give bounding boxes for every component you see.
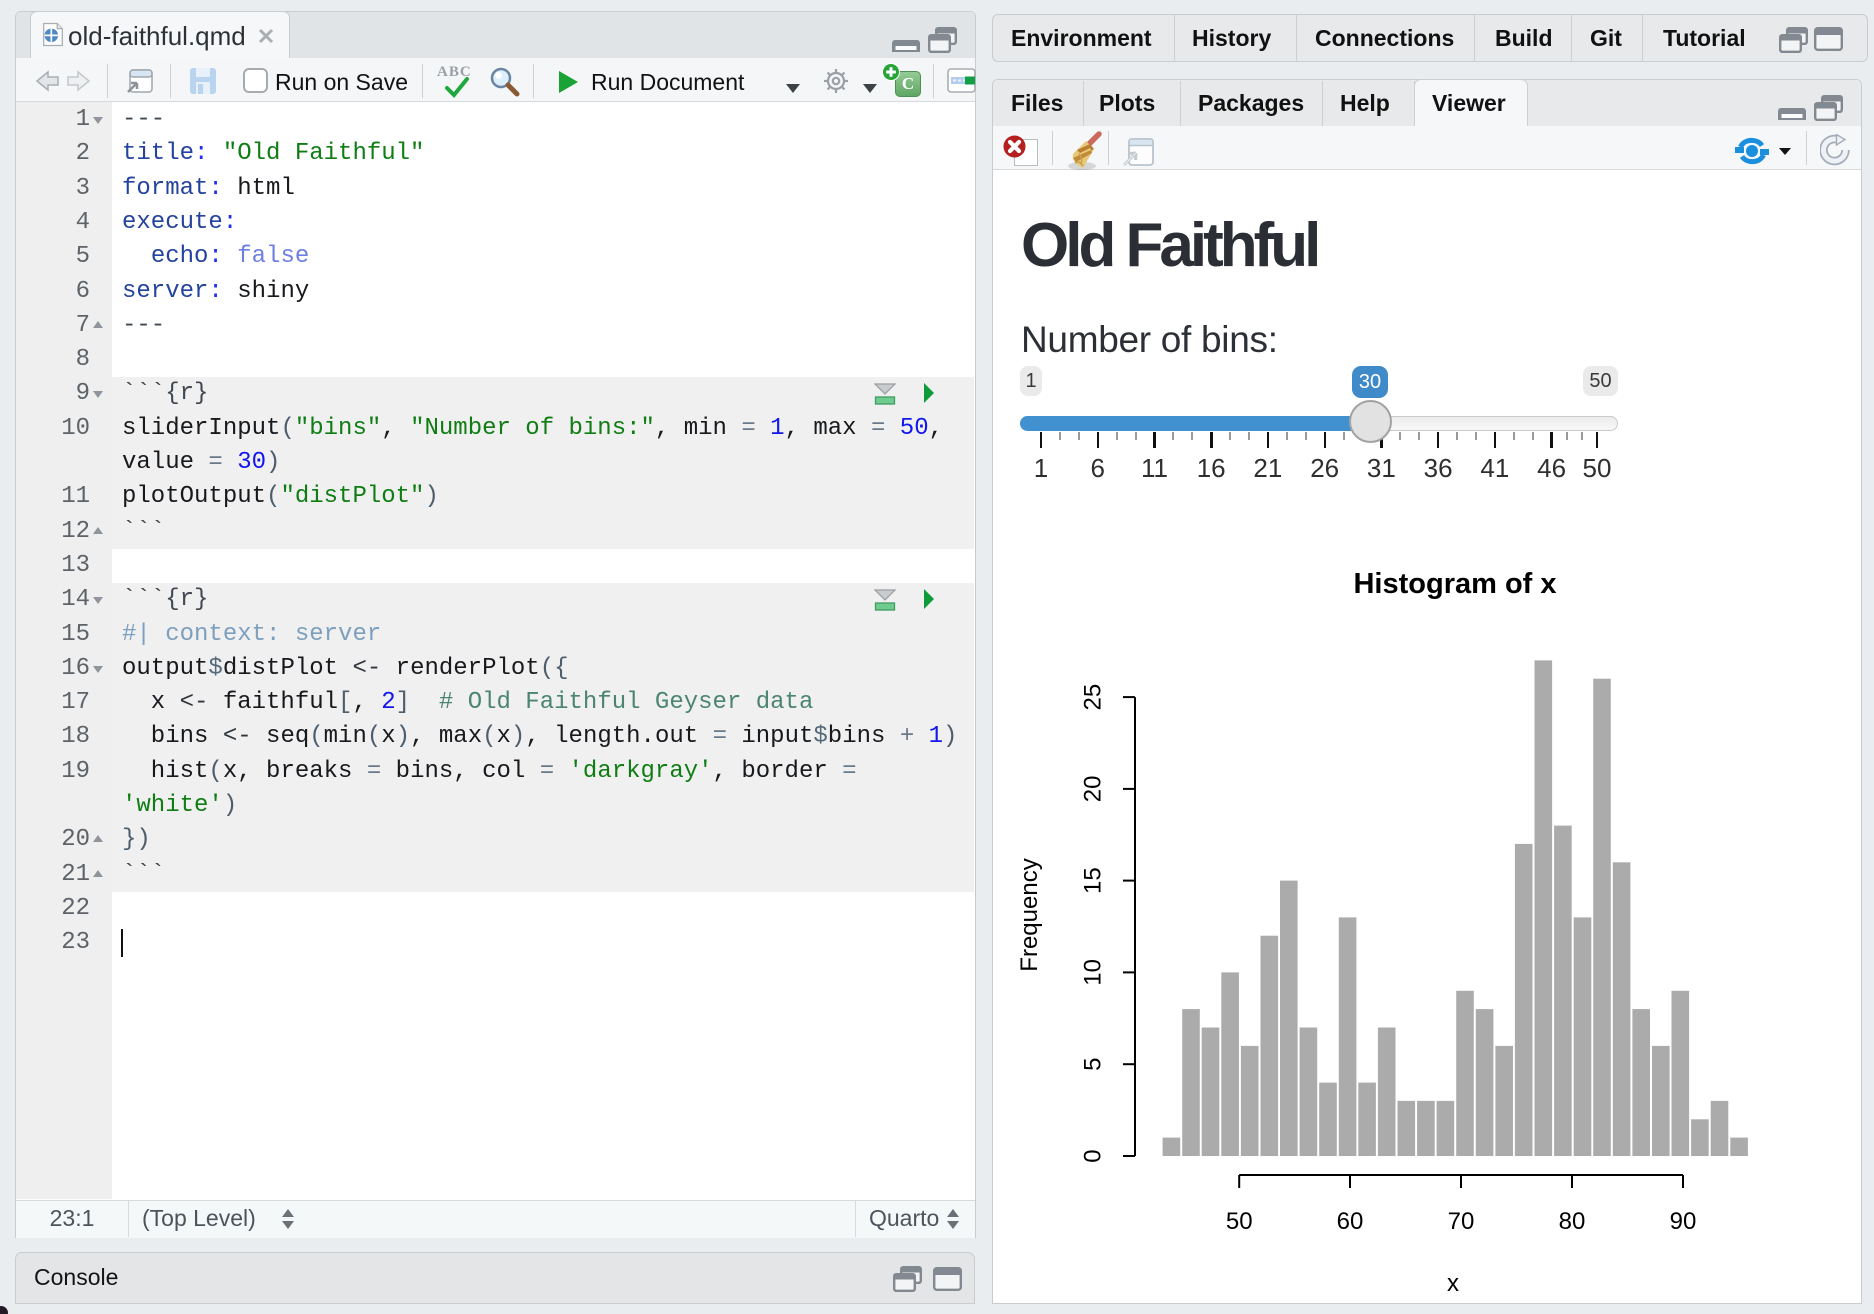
svg-text:Histogram of x: Histogram of x (1353, 568, 1556, 600)
svg-text:0: 0 (1079, 1149, 1106, 1162)
svg-text:50: 50 (1226, 1208, 1253, 1235)
svg-text:80: 80 (1559, 1208, 1586, 1235)
svg-text:25: 25 (1079, 684, 1106, 711)
svg-text:x: x (1447, 1270, 1459, 1297)
svg-text:20: 20 (1079, 776, 1106, 803)
svg-text:5: 5 (1079, 1058, 1106, 1071)
svg-text:Frequency: Frequency (1016, 858, 1043, 971)
svg-text:10: 10 (1079, 959, 1106, 986)
svg-text:15: 15 (1079, 867, 1106, 894)
svg-text:70: 70 (1448, 1208, 1475, 1235)
svg-text:60: 60 (1337, 1208, 1364, 1235)
svg-text:90: 90 (1670, 1208, 1697, 1235)
